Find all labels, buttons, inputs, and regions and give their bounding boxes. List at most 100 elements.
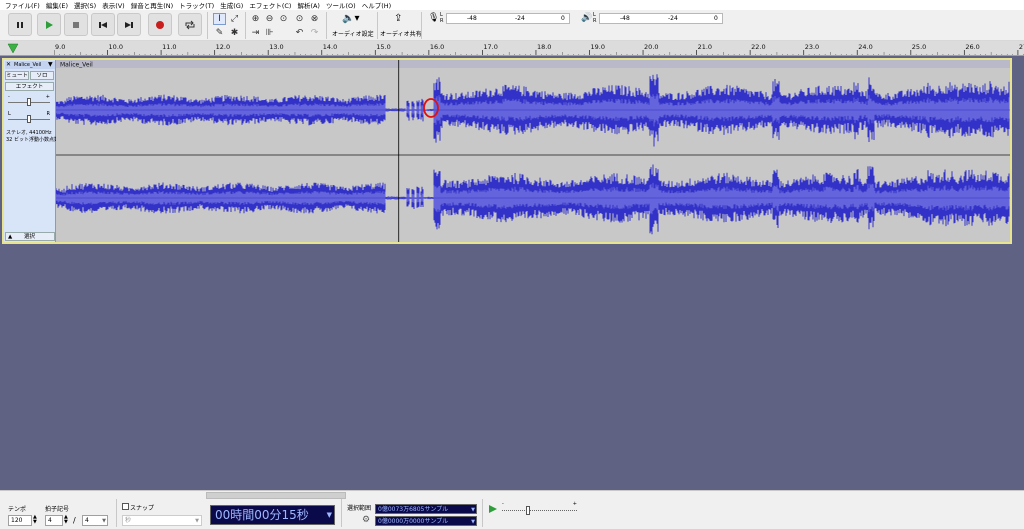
play-icon — [46, 20, 53, 29]
chevron-down-icon[interactable]: ▼ — [48, 61, 53, 69]
tempo-input[interactable]: 120 — [8, 515, 32, 526]
time-signature-separator: / — [73, 516, 76, 525]
selection-toolbar: テンポ 120 ▲ ▼ 拍子記号 4 ▲ ▼ / 4 ▼ スナップ 秒 ▼ 00時間… — [0, 490, 1024, 529]
play-meter-lr: LR — [593, 12, 597, 24]
toolbar: I ⤢ ✎ ✱ ⊕ ⊖ ⊙ ⊙ ⊗ ⇥ ⊪ ↶ ↷ 🔈▾ オーディオ設定 ⇪ オ… — [0, 10, 1024, 41]
ruler-tick-label: 10.0 — [109, 43, 123, 51]
gear-icon[interactable]: ⚙ — [362, 515, 370, 525]
effects-button[interactable]: エフェクト — [5, 82, 54, 91]
chevron-down-icon: ▼ — [326, 511, 332, 519]
stop-button[interactable] — [64, 13, 88, 36]
ruler-ticks: 9.0 10.0 11.0 12.0 13.0 14.0 15.0 16.0 17.0 18.0 1… — [54, 43, 1024, 55]
draw-tool-button[interactable]: ✎ — [213, 27, 226, 39]
pan-right-label: R — [46, 111, 50, 117]
audio-setup-label: オーディオ設定 — [332, 31, 374, 38]
silence-button[interactable]: ⊪ — [263, 27, 276, 39]
menu-item[interactable]: ツール(O) — [323, 0, 359, 10]
menu-item[interactable]: 編集(E) — [43, 0, 71, 10]
audio-setup-button[interactable]: 🔈▾ オーディオ設定 — [332, 12, 374, 39]
ruler-tick-label: 14.0 — [323, 43, 337, 51]
mute-button[interactable]: ミュート — [5, 71, 29, 80]
undo-icon: ↶ — [295, 28, 304, 38]
selection-start-display[interactable]: 0億0073万6805サンプル ▼ — [375, 504, 477, 514]
track-header: ✕ Malice_Veil ▼ — [5, 61, 55, 69]
play-at-speed-icon[interactable] — [488, 504, 498, 514]
menu-item[interactable]: 録音と再生(N) — [128, 0, 176, 10]
zoom-out-button[interactable]: ⊖ — [263, 13, 276, 25]
skip-to-start-button[interactable] — [91, 13, 115, 36]
zoom-in-button[interactable]: ⊕ — [249, 13, 262, 25]
speed-plus-icon: + — [572, 501, 577, 507]
playback-meter[interactable]: -48 -24 0 — [599, 13, 723, 24]
play-meter-tick: -48 — [620, 15, 630, 22]
zoom-fit-button[interactable]: ⊙ — [293, 13, 306, 25]
clip-header[interactable] — [56, 60, 1010, 68]
play-meter-tick: 0 — [714, 15, 718, 22]
track-area[interactable]: ✕ Malice_Veil ▼ ミュート ソロ エフェクト - + L R ステ… — [0, 56, 1024, 490]
i-beam-icon: I — [218, 14, 221, 24]
menu-item[interactable]: 生成(G) — [217, 0, 246, 10]
skip-to-end-button[interactable] — [117, 13, 141, 36]
solo-button[interactable]: ソロ — [30, 71, 54, 80]
ruler-tick-label: 23.0 — [805, 43, 819, 51]
redo-button[interactable]: ↷ — [308, 27, 321, 39]
tempo-spinner-icon[interactable]: ▲ ▼ — [33, 515, 37, 525]
audio-track[interactable]: ✕ Malice_Veil ▼ ミュート ソロ エフェクト - + L R ステ… — [2, 58, 1012, 244]
collapse-icon: ▲ — [8, 234, 13, 240]
select-label: 選択 — [24, 234, 36, 240]
menu-item[interactable]: 選択(S) — [71, 0, 99, 10]
speed-slider-thumb[interactable] — [526, 506, 530, 515]
undo-button[interactable]: ↶ — [293, 27, 306, 39]
playback-speed-slider[interactable]: - + — [502, 501, 577, 517]
select-track-button[interactable]: ▲ 選択 — [5, 232, 55, 241]
ruler-tick-label: 18.0 — [537, 43, 551, 51]
envelope-tool-button[interactable]: ⤢ — [228, 13, 241, 25]
skip-end-icon — [125, 21, 133, 28]
microphone-icon: 🎙 — [428, 13, 440, 23]
zoom-toggle-button[interactable]: ⊗ — [308, 13, 321, 25]
track-name-menu[interactable]: Malice_Veil — [14, 61, 41, 69]
speed-minus-icon: - — [502, 501, 504, 507]
snap-unit-select[interactable]: 秒 ▼ — [122, 515, 202, 526]
close-icon[interactable]: ✕ — [6, 61, 11, 69]
play-button[interactable] — [37, 13, 61, 36]
zoom-toggle-icon: ⊗ — [310, 14, 319, 24]
waveform-display[interactable]: Malice_Veil1.00.50.0-0.5-1.01.00.50.0-0.… — [56, 60, 1010, 242]
ruler-tick-label: 16.0 — [430, 43, 444, 51]
pan-slider[interactable]: L R — [8, 111, 50, 124]
pan-slider-thumb[interactable] — [27, 115, 31, 123]
time-display[interactable]: 00時間00分15秒 ▼ — [210, 505, 335, 525]
snap-checkbox[interactable] — [122, 503, 129, 510]
trim-icon: ⇥ — [251, 28, 260, 38]
record-meter[interactable]: -48 -24 0 — [446, 13, 570, 24]
track-bitdepth-info: 32 ビット浮動小数点数 — [6, 137, 59, 143]
pause-button[interactable] — [8, 13, 32, 36]
time-signature-numerator[interactable]: 4 — [45, 515, 63, 526]
menu-item[interactable]: 解析(A) — [294, 0, 323, 10]
loop-button[interactable] — [178, 13, 202, 36]
timesig-spinner-icon[interactable]: ▲ ▼ — [64, 515, 68, 525]
menu-item[interactable]: 表示(V) — [99, 0, 128, 10]
menu-item[interactable]: エフェクト(C) — [246, 0, 294, 10]
stop-icon — [73, 21, 79, 28]
horizontal-scrollbar[interactable] — [206, 492, 346, 499]
selection-tool-button[interactable]: I — [213, 13, 226, 25]
selection-end-display[interactable]: 0億0000万0000サンプル ▼ — [375, 516, 477, 526]
zoom-selection-button[interactable]: ⊙ — [277, 13, 290, 25]
ruler-tick-label: 20.0 — [644, 43, 658, 51]
share-audio-button[interactable]: ⇪ オーディオ共有 — [380, 12, 422, 39]
multi-tool-button[interactable]: ✱ — [228, 27, 241, 39]
record-meter-tick: 0 — [561, 15, 565, 22]
trim-button[interactable]: ⇥ — [249, 27, 262, 39]
gain-slider-thumb[interactable] — [27, 98, 31, 106]
menu-item[interactable]: トラック(T) — [176, 0, 217, 10]
record-button[interactable] — [148, 13, 172, 36]
menu-item[interactable]: ファイル(F) — [2, 0, 43, 10]
envelope-icon: ⤢ — [230, 14, 239, 24]
loop-icon — [185, 20, 195, 29]
menu-item[interactable]: ヘルプ(H) — [359, 0, 394, 10]
gain-slider[interactable]: - + — [8, 94, 50, 107]
speaker-meter-icon: 🔊 — [581, 13, 593, 23]
time-signature-denominator[interactable]: 4 ▼ — [82, 515, 108, 526]
timeline-ruler[interactable]: 9.0 10.0 11.0 12.0 13.0 14.0 15.0 16.0 17.0 18.0 1… — [0, 41, 1024, 56]
